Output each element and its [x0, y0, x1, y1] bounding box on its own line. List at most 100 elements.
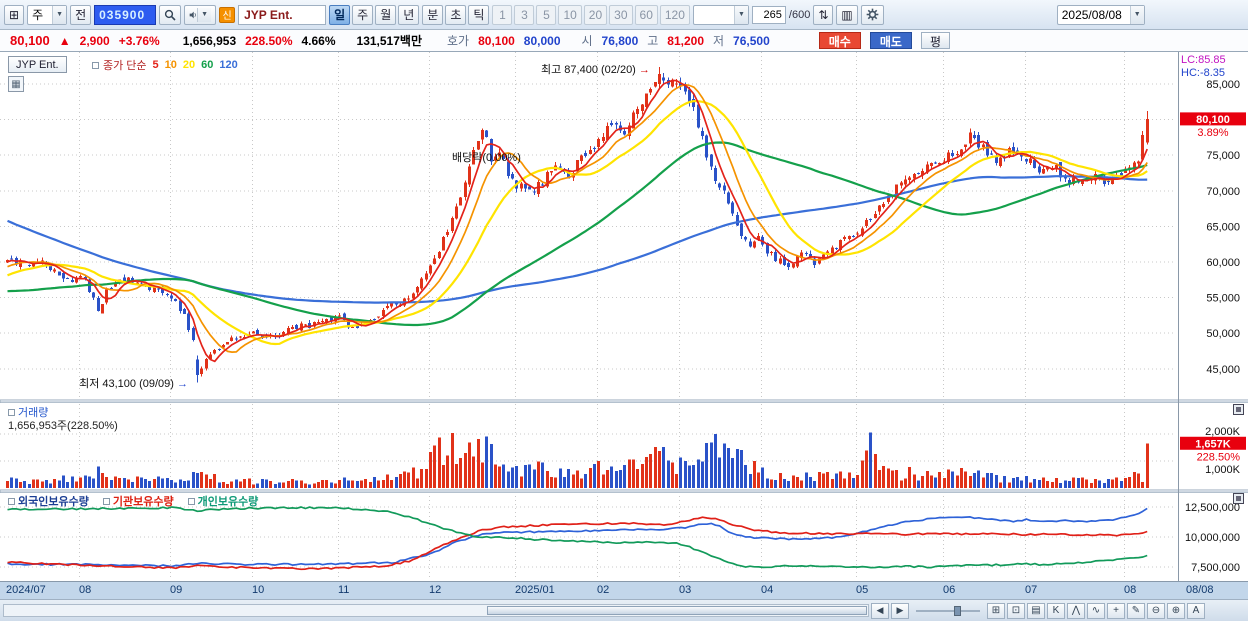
- x-axis-month-label: 2024/07: [6, 584, 46, 596]
- chart-type-combo[interactable]: ▼: [692, 4, 749, 25]
- ma-60-legend[interactable]: 60: [201, 59, 213, 71]
- chart-grid-button[interactable]: ▦: [8, 76, 24, 92]
- volume-value: 1,656,953: [182, 33, 237, 48]
- x-axis-month-label: 10: [252, 584, 265, 596]
- svg-text:1,657K: 1,657K: [1195, 438, 1231, 450]
- period-year-button[interactable]: 년: [398, 4, 420, 25]
- period-tick-button[interactable]: 틱: [468, 4, 490, 25]
- x-axis-month-label: 2025/01: [515, 584, 555, 596]
- holdings-legend-item[interactable]: 개인보유수량: [187, 493, 259, 509]
- candle-style-icon[interactable]: K: [1047, 602, 1065, 619]
- stock-chart-window: 45,000 50,000 55,000 60,000 65,000 70,000 75,0…: [0, 0, 1248, 621]
- ma-120-legend[interactable]: 120: [219, 59, 237, 71]
- search-button[interactable]: [159, 4, 182, 25]
- svg-text:10,000,000: 10,000,000: [1185, 532, 1240, 544]
- x-axis-month-label: 08: [79, 584, 92, 596]
- open-label: 시: [581, 34, 593, 48]
- interval-5-button[interactable]: 5: [536, 4, 557, 25]
- ma-10-legend[interactable]: 10: [165, 59, 177, 71]
- scrollbar-thumb[interactable]: [487, 606, 867, 615]
- zoom-slider-track: [916, 609, 980, 612]
- holdings-legend-label: 외국인보유수량: [18, 496, 89, 508]
- stock-code-input[interactable]: [94, 4, 157, 25]
- sell-button[interactable]: 매도: [869, 32, 912, 49]
- interval-30-button[interactable]: 30: [609, 4, 633, 25]
- speaker-icon: [189, 11, 196, 18]
- split-screen-icon[interactable]: ⊞: [987, 602, 1005, 619]
- chart-tab[interactable]: JYP Ent.: [8, 56, 67, 73]
- chart-window-icon[interactable]: ⊞: [4, 4, 25, 25]
- ma-20-legend[interactable]: 20: [183, 59, 195, 71]
- svg-text:7,500,000: 7,500,000: [1191, 562, 1240, 574]
- visible-candles-input[interactable]: [751, 5, 786, 24]
- scroll-left-button[interactable]: ◀: [871, 602, 889, 619]
- zoom-slider-thumb[interactable]: [954, 605, 961, 616]
- change-percent: +3.76%: [118, 33, 160, 48]
- low-annotation-text: 최저 43,100 (09/09): [79, 378, 174, 391]
- maximize-icon[interactable]: ⊡: [1007, 602, 1025, 619]
- magnifier-icon: [165, 9, 176, 21]
- chart-legend: 종가 단순 5 10 20 60 120: [92, 57, 238, 73]
- jeon-button[interactable]: 전: [70, 4, 92, 25]
- interval-3-button[interactable]: 3: [514, 4, 535, 25]
- font-button[interactable]: A: [1187, 602, 1205, 619]
- interval-1-button[interactable]: 1: [492, 4, 513, 25]
- holdings-legend-item[interactable]: 기관보유수량: [102, 493, 174, 509]
- chart-canvas[interactable]: 45,000 50,000 55,000 60,000 65,000 70,000 75,0…: [0, 0, 1248, 621]
- lc-value: LC:85.85: [1181, 54, 1226, 66]
- settings-button[interactable]: [860, 4, 884, 25]
- legend-series-label[interactable]: 종가 단순: [103, 57, 147, 73]
- zoom-in-icon[interactable]: ⊕: [1167, 602, 1185, 619]
- interval-10-button[interactable]: 10: [558, 4, 582, 25]
- crosshair-icon[interactable]: +: [1107, 602, 1125, 619]
- x-axis-month-label: 07: [1025, 584, 1038, 596]
- mountain-style-icon[interactable]: ⋀: [1067, 602, 1085, 619]
- exdividend-annotation: 배당락(0.00%): [452, 152, 521, 164]
- hoga-label: 호가: [447, 34, 470, 48]
- interval-60-button[interactable]: 60: [634, 4, 658, 25]
- draw-tool-icon[interactable]: ✎: [1127, 602, 1145, 619]
- low-label: 저: [713, 34, 725, 48]
- buy-button[interactable]: 매수: [818, 32, 861, 49]
- holdings-pane-button[interactable]: [1233, 493, 1244, 504]
- period-day-button[interactable]: 일: [329, 4, 351, 25]
- period-minute-button[interactable]: 분: [422, 4, 444, 25]
- zoom-slider[interactable]: [916, 603, 980, 619]
- period-second-button[interactable]: 초: [445, 4, 467, 25]
- high-annotation-text: 최고 87,400 (02/20): [541, 63, 636, 76]
- svg-text:55,000: 55,000: [1206, 293, 1240, 305]
- svg-text:60,000: 60,000: [1206, 257, 1240, 269]
- zoom-out-icon[interactable]: ⊖: [1147, 602, 1165, 619]
- chevron-down-icon: ▼: [197, 7, 212, 22]
- price-adjust-button[interactable]: ⇅: [813, 4, 834, 25]
- period-combo[interactable]: 주 ▼: [27, 4, 68, 25]
- ma-5-legend[interactable]: 5: [153, 59, 159, 71]
- chart-tool-icons: ⊞ ⊡ ▤ K ⋀ ∿ + ✎ ⊖ ⊕ A: [987, 602, 1205, 619]
- period-week-button[interactable]: 주: [352, 4, 374, 25]
- chart-scrollbar[interactable]: [3, 604, 869, 617]
- chart-style-button[interactable]: ▥: [836, 4, 858, 25]
- interval-20-button[interactable]: 20: [583, 4, 608, 25]
- date-picker[interactable]: 2025/08/08 ▼: [1056, 4, 1145, 25]
- scroll-right-button[interactable]: ▶: [891, 602, 909, 619]
- trade-value: 131,517백만: [356, 34, 422, 48]
- interval-button-group: 1 3 5 10 20 30 60 120: [492, 4, 690, 25]
- date-value: 2025/08/08: [1061, 7, 1122, 22]
- time-button-group: 분초틱: [422, 4, 490, 25]
- grid-style-icon[interactable]: ▤: [1027, 602, 1045, 619]
- period-month-button[interactable]: 월: [375, 4, 397, 25]
- sound-button[interactable]: ▼: [184, 4, 217, 25]
- holdings-legend-label: 개인보유수량: [197, 496, 259, 508]
- current-price: 80,100: [10, 33, 50, 48]
- candles-max-label: /600: [788, 8, 811, 21]
- volume-pane-button[interactable]: [1233, 404, 1244, 415]
- ask-price: 80,100: [478, 33, 515, 48]
- low-price: 76,500: [733, 33, 770, 48]
- avg-button[interactable]: 평: [920, 32, 950, 49]
- x-axis-month-label: 03: [679, 584, 692, 596]
- interval-120-button[interactable]: 120: [659, 4, 690, 25]
- holdings-legend-item[interactable]: 외국인보유수량: [8, 493, 89, 509]
- legend-square-icon: [92, 61, 99, 69]
- quote-bar: 80,100 ▲ 2,900 +3.76% 1,656,953 228.50% …: [0, 30, 1248, 52]
- line-style-icon[interactable]: ∿: [1087, 602, 1105, 619]
